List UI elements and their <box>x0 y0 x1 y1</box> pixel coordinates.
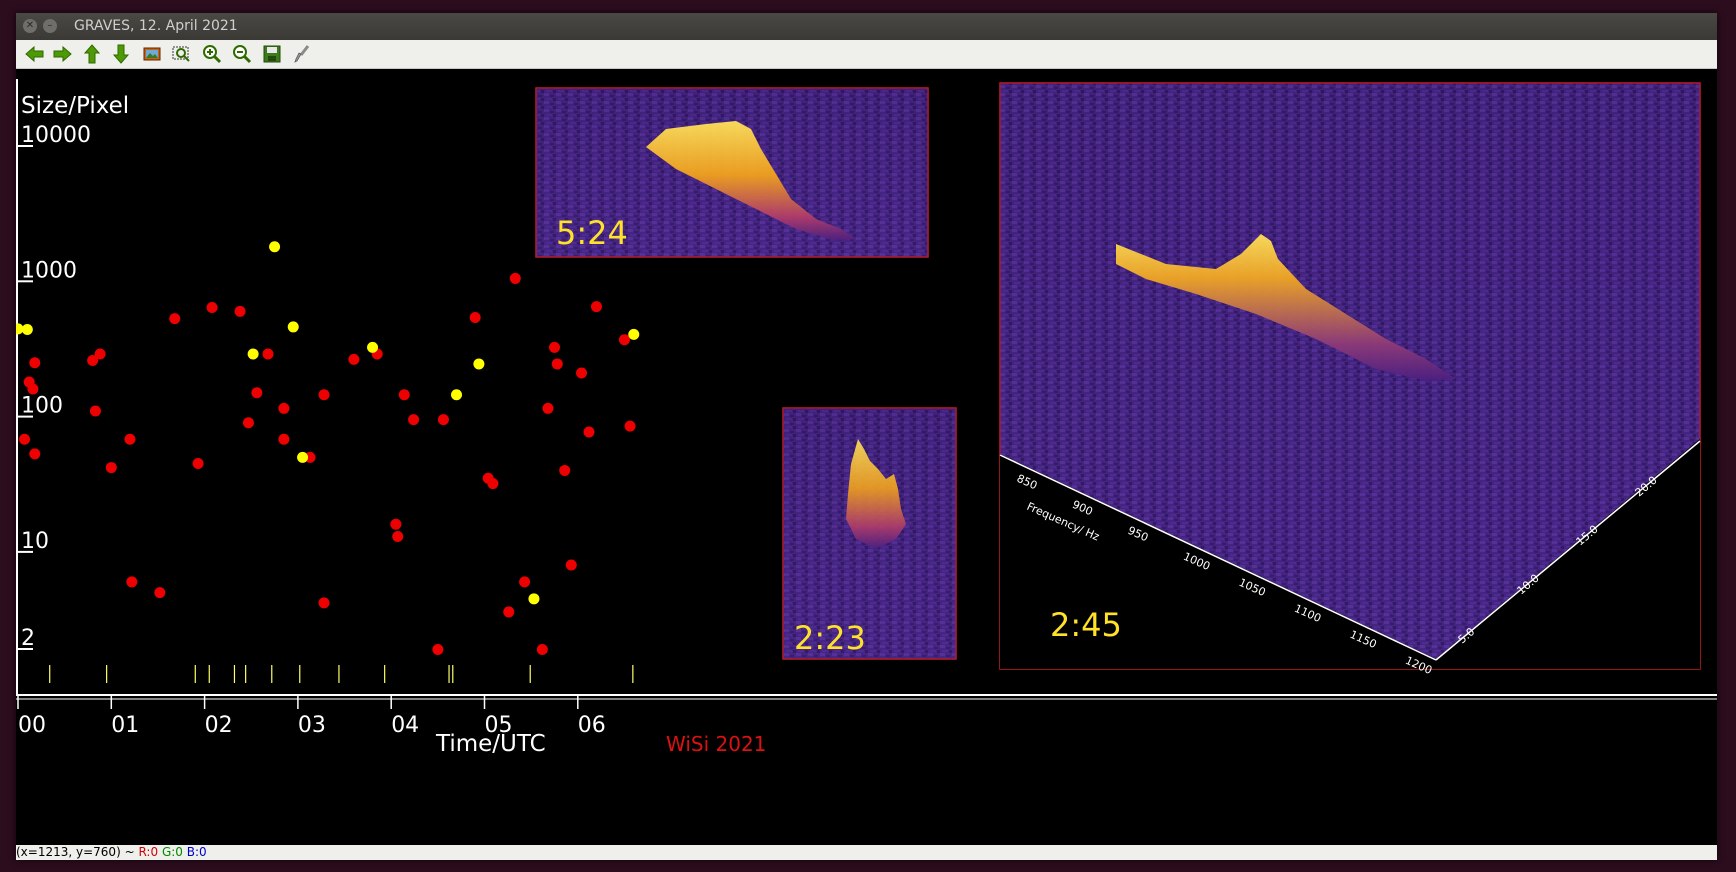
red-data-point <box>565 559 577 571</box>
red-data-point <box>618 334 630 346</box>
yellow-data-point <box>367 341 379 353</box>
red-data-point <box>432 643 444 655</box>
red-data-point <box>392 530 404 542</box>
red-data-point <box>262 348 274 360</box>
red-data-point <box>192 458 204 470</box>
up-arrow-icon[interactable] <box>80 43 104 65</box>
yellow-data-point <box>269 241 281 253</box>
x-axis-label: Time/UTC <box>435 731 546 757</box>
zoom-out-icon[interactable] <box>230 43 254 65</box>
yellow-data-point <box>528 593 540 605</box>
red-data-point <box>27 383 39 395</box>
yellow-data-point <box>628 328 640 340</box>
inset-panel-2-45: Frequency/ Hz 85090095010001050110011501… <box>999 82 1701 677</box>
image-icon[interactable] <box>140 43 164 65</box>
zoom-region-icon[interactable] <box>170 43 194 65</box>
red-data-point <box>206 302 218 314</box>
title-bar[interactable]: ✕ – GRAVES, 12. April 2021 <box>16 13 1717 40</box>
red-data-point <box>278 402 290 414</box>
y-tick-label: 10 <box>21 529 49 554</box>
red-data-point <box>94 348 106 360</box>
y-tick-label: 10000 <box>21 123 91 148</box>
x-tick-label: 03 <box>298 713 326 738</box>
yellow-data-point <box>473 358 485 370</box>
red-data-point <box>19 433 31 445</box>
forward-arrow-icon[interactable] <box>50 43 74 65</box>
red-data-point <box>278 433 290 445</box>
green-value: G:0 <box>161 845 183 859</box>
red-data-point <box>536 643 548 655</box>
brush-icon[interactable] <box>290 43 314 65</box>
down-arrow-icon[interactable] <box>109 43 133 65</box>
plot-area[interactable]: Size/Pixel 10000 1000 100 10 2 00 01 02 03 04 05 0… <box>12 69 1717 845</box>
app-window: ✕ – GRAVES, 12. April 2021 Size/Pixel 10… <box>12 13 1717 860</box>
close-icon[interactable]: ✕ <box>23 19 37 33</box>
minimize-icon[interactable]: – <box>43 19 57 33</box>
red-data-point <box>548 341 560 353</box>
red-data-point <box>398 389 410 401</box>
window-title: GRAVES, 12. April 2021 <box>74 18 238 34</box>
red-data-point <box>509 272 521 284</box>
red-data-point <box>590 301 602 313</box>
status-bar: (x=1213, y=760) ~ R:0 G:0 B:0 <box>16 845 1717 860</box>
red-data-point <box>408 414 420 426</box>
red-data-point <box>576 367 588 379</box>
red-data-point <box>519 576 531 588</box>
red-data-point <box>105 462 117 474</box>
red-data-point <box>390 518 402 530</box>
red-data-point <box>583 426 595 438</box>
save-icon[interactable] <box>260 43 284 65</box>
red-data-point <box>551 358 563 370</box>
red-data-point <box>251 387 263 399</box>
red-data-point <box>624 420 636 432</box>
red-data-point <box>234 305 246 317</box>
red-data-point <box>437 414 449 426</box>
yellow-data-point <box>21 324 33 336</box>
toolbar <box>16 40 1717 69</box>
y-tick-label: 2 <box>21 626 35 651</box>
red-data-point <box>542 402 554 414</box>
yellow-data-point <box>451 389 463 401</box>
red-data-point <box>469 312 481 324</box>
red-data-point <box>29 357 41 369</box>
red-data-point <box>242 417 254 429</box>
red-data-point <box>318 597 330 609</box>
red-data-point <box>559 464 571 476</box>
red-data-point <box>169 313 181 325</box>
y-tick-label: 100 <box>21 394 63 419</box>
red-data-point <box>154 587 166 599</box>
credit-label: WiSi 2021 <box>666 732 766 756</box>
red-data-point <box>126 576 138 588</box>
red-data-point <box>503 606 515 618</box>
yellow-data-point <box>297 451 309 463</box>
x-tick-label: 06 <box>578 713 606 738</box>
y-axis-label: Size/Pixel <box>21 93 129 119</box>
red-value: R:0 <box>138 845 159 859</box>
inset-panel-2-23: 2:23 <box>782 407 957 660</box>
inset-time-label: 2:45 <box>1050 606 1122 644</box>
yellow-data-point <box>247 348 259 360</box>
back-arrow-icon[interactable] <box>23 43 47 65</box>
red-data-point <box>124 433 136 445</box>
zoom-in-icon[interactable] <box>200 43 224 65</box>
yellow-data-point <box>287 321 299 333</box>
x-tick-label: 01 <box>111 713 139 738</box>
red-data-point <box>29 448 41 460</box>
x-tick-label: 02 <box>205 713 233 738</box>
blue-value: B:0 <box>186 845 207 859</box>
x-tick-label: 00 <box>18 713 46 738</box>
y-tick-label: 1000 <box>21 258 77 283</box>
x-tick-label: 04 <box>391 713 419 738</box>
inset-panel-5-24: 5:24 <box>535 87 929 258</box>
red-data-point <box>348 353 360 365</box>
cursor-coords: (x=1213, y=760) ~ <box>16 845 135 859</box>
inset-time-label: 2:23 <box>794 619 866 657</box>
red-data-point <box>487 478 499 490</box>
red-data-point <box>318 389 330 401</box>
red-data-point <box>89 405 101 417</box>
plot-canvas[interactable]: Size/Pixel 100001000100102 00 01 02 03 04 05 0… <box>12 69 1717 845</box>
inset-time-label: 5:24 <box>556 214 628 252</box>
